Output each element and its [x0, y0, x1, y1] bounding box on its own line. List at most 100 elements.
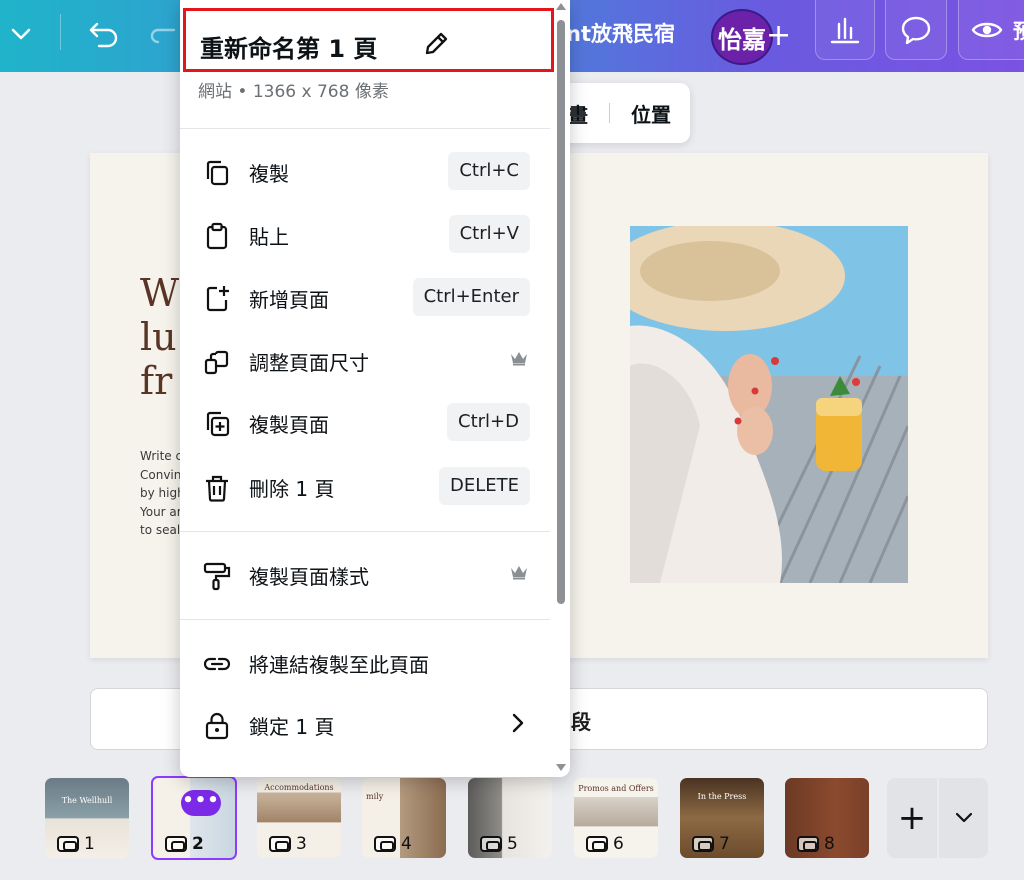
add-section-label: 段: [571, 710, 591, 734]
add-page-button[interactable]: +: [887, 778, 937, 858]
menu-item-label: 鎖定 1 頁: [249, 715, 335, 739]
page-thumbnail-8[interactable]: 8: [785, 778, 869, 858]
page-heading[interactable]: W lu fr: [140, 271, 179, 403]
page-thumbnail-5[interactable]: 5: [468, 778, 552, 858]
scrollbar-thumb[interactable]: [557, 20, 565, 604]
position-button[interactable]: 位置: [631, 99, 671, 128]
page-thumbnail-3[interactable]: Accommodations 3: [257, 778, 341, 858]
scroll-up-icon[interactable]: [556, 3, 566, 10]
chevron-down-icon: [955, 812, 972, 823]
menu-item-label: 複製頁面: [249, 413, 329, 437]
page-number: 4: [401, 834, 412, 854]
animate-button[interactable]: 畫: [568, 99, 588, 128]
thumbnail-title: The Wellhull: [61, 796, 113, 805]
scroll-down-icon[interactable]: [556, 764, 566, 771]
menu-item-label: 將連結複製至此頁面: [249, 653, 429, 677]
page-number: 8: [824, 834, 835, 854]
menu-item-resize-page[interactable]: 調整頁面尺寸: [180, 335, 550, 387]
menu-item-copy-page-style[interactable]: 複製頁面樣式: [180, 549, 550, 601]
view-button[interactable]: 預: [958, 0, 1024, 60]
page-link-icon: [480, 836, 502, 852]
thumbnail-title: Accommodations: [264, 783, 334, 792]
toolbar-divider: [60, 14, 61, 50]
insights-button[interactable]: [815, 0, 875, 60]
page-link-icon: [797, 836, 819, 852]
page-thumbnail-4[interactable]: mily 4: [362, 778, 446, 858]
menu-item-copy[interactable]: 複製 Ctrl+C: [180, 146, 550, 198]
comment-button[interactable]: [885, 0, 947, 60]
page-more-options-button[interactable]: •••: [181, 790, 221, 816]
shortcut-badge: Ctrl+C: [448, 152, 530, 190]
page-thumbnail-1[interactable]: The Wellhull 1: [45, 778, 129, 858]
page-link-icon: [165, 836, 187, 852]
page-number: 3: [296, 834, 307, 854]
menu-item-label: 新增頁面: [249, 288, 329, 312]
page-number: 1: [84, 834, 95, 854]
shortcut-badge: Ctrl+V: [448, 215, 530, 253]
page-number: 2: [192, 834, 204, 854]
page-thumbnail-7[interactable]: In the Press 7: [680, 778, 764, 858]
menu-item-copy-page-link[interactable]: 將連結複製至此頁面: [180, 637, 550, 689]
thumbnail-title: In the Press: [697, 792, 747, 801]
body-line: by high: [140, 486, 185, 500]
redo-icon[interactable]: [148, 12, 178, 56]
page-number-label: 1: [57, 834, 95, 854]
duplicate-page-icon: [202, 409, 232, 439]
thumbnail-title: Promos and Offers: [578, 784, 654, 793]
page-thumbnail-2[interactable]: ••• 2: [151, 776, 237, 860]
eye-icon: [971, 22, 1003, 37]
page-body-text[interactable]: Write c Convin by high Your ar to seal: [140, 447, 185, 540]
page-number-label: 6: [586, 834, 624, 854]
undo-icon[interactable]: [80, 12, 128, 56]
user-avatar[interactable]: 怡嘉: [711, 9, 773, 65]
chevron-down-icon[interactable]: [2, 12, 40, 56]
page-thumbnail-6[interactable]: Promos and Offers 6: [574, 778, 658, 858]
menu-item-paste[interactable]: 貼上 Ctrl+V: [180, 209, 550, 261]
shortcut-badge: DELETE: [438, 467, 530, 505]
menu-item-label: 刪除 1 頁: [249, 477, 335, 501]
menu-divider: [180, 619, 550, 620]
page-number-label: 4: [374, 834, 412, 854]
rename-page-field[interactable]: 重新命名第 1 頁: [183, 8, 554, 72]
heading-line: W: [140, 271, 180, 315]
page-link-icon: [586, 836, 608, 852]
body-line: Write c: [140, 449, 183, 463]
page-link-icon: [269, 836, 291, 852]
trash-icon: [202, 473, 232, 503]
menu-item-label: 調整頁面尺寸: [249, 351, 369, 375]
invite-plus-icon[interactable]: +: [766, 16, 791, 56]
page-link-icon: [374, 836, 396, 852]
shortcut-badge: Ctrl+D: [447, 403, 530, 441]
toolbar-separator: [609, 103, 610, 123]
menu-item-label: 複製: [249, 162, 289, 186]
crown-icon: [510, 350, 528, 370]
resize-icon: [202, 347, 232, 377]
heading-line: lu: [140, 315, 177, 359]
heading-line: fr: [140, 359, 173, 403]
page-link-icon: [692, 836, 714, 852]
view-label: 預: [1013, 19, 1024, 43]
menu-item-add-page[interactable]: 新增頁面 Ctrl+Enter: [180, 272, 550, 324]
pool-photo[interactable]: [630, 226, 908, 583]
menu-item-duplicate-page[interactable]: 複製頁面 Ctrl+D: [180, 397, 550, 449]
rename-page-title: 重新命名第 1 頁: [200, 35, 378, 63]
menu-item-lock-page[interactable]: 鎖定 1 頁: [180, 699, 550, 751]
shortcut-badge: Ctrl+Enter: [412, 278, 530, 316]
page-number: 7: [719, 834, 730, 854]
menu-item-label: 複製頁面樣式: [249, 565, 369, 589]
crown-icon: [510, 564, 528, 584]
page-number-label: 7: [692, 834, 730, 854]
menu-scrollbar[interactable]: [554, 0, 568, 777]
menu-divider: [180, 531, 550, 532]
chevron-right-icon: [512, 713, 524, 737]
add-page-options-button[interactable]: [939, 778, 988, 858]
page-number: 6: [613, 834, 624, 854]
body-line: to seal: [140, 523, 181, 537]
document-title[interactable]: nt放飛民宿: [566, 18, 675, 48]
paint-roller-icon: [202, 561, 232, 591]
menu-item-label: 貼上: [249, 225, 289, 249]
page-number-label: 8: [797, 834, 835, 854]
menu-item-delete-page[interactable]: 刪除 1 頁 DELETE: [180, 461, 550, 513]
clipboard-icon: [202, 221, 232, 251]
page-context-menu: 重新命名第 1 頁 網站 • 1366 x 768 像素 複製 Ctrl+C 貼…: [180, 0, 570, 777]
